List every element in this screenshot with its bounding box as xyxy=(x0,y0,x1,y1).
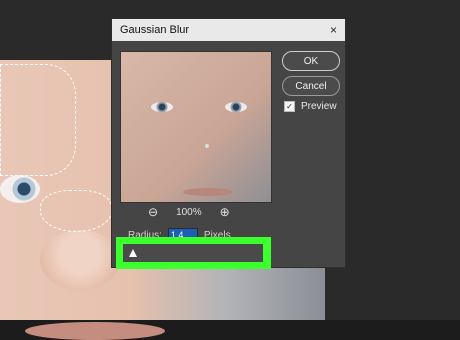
preview-right-eye xyxy=(225,102,247,112)
zoom-in-icon[interactable]: ⊕ xyxy=(220,205,230,219)
photo-lips xyxy=(25,322,165,340)
photo-eye xyxy=(0,175,40,203)
selection-marquee-nose xyxy=(40,190,112,232)
blur-preview-image[interactable] xyxy=(120,51,272,203)
zoom-controls: ⊖ 100% ⊕ xyxy=(148,205,230,219)
checkbox-checked-icon[interactable]: ✓ xyxy=(284,101,295,112)
preview-left-eye xyxy=(151,102,173,112)
dialog-titlebar: Gaussian Blur × xyxy=(112,19,345,41)
preview-checkbox-row[interactable]: ✓ Preview xyxy=(284,101,337,112)
close-icon[interactable]: × xyxy=(330,23,337,37)
cancel-button[interactable]: Cancel xyxy=(282,76,340,96)
zoom-level: 100% xyxy=(176,206,202,218)
radius-slider-track[interactable] xyxy=(123,244,263,262)
slider-thumb-icon[interactable] xyxy=(128,249,137,257)
ok-button[interactable]: OK xyxy=(282,51,340,71)
preview-nose-piercing xyxy=(205,144,209,148)
selection-marquee xyxy=(0,64,76,176)
zoom-out-icon[interactable]: ⊖ xyxy=(148,205,158,219)
preview-mouth xyxy=(183,188,233,196)
preview-label: Preview xyxy=(301,101,337,112)
photo-nose xyxy=(40,230,120,290)
dialog-title: Gaussian Blur xyxy=(120,24,190,36)
gaussian-blur-dialog: Gaussian Blur × ⊖ 100% ⊕ Radius: Pixels … xyxy=(111,18,346,268)
